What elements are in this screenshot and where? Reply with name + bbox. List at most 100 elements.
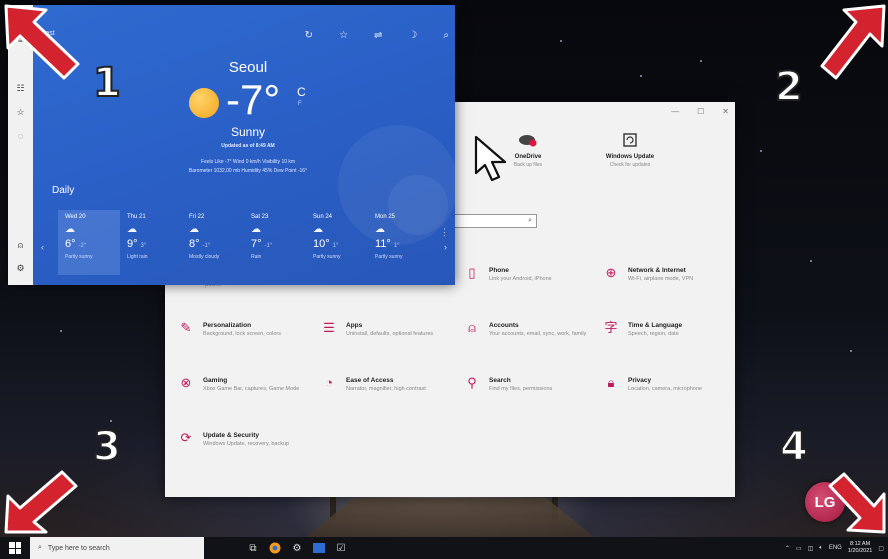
notification-icon[interactable]: ▢ <box>878 545 884 552</box>
day-card[interactable]: Mon 25 ☁ 11° 1° Partly sunny <box>368 210 430 275</box>
category-accounts[interactable]: ⍝ Accounts Your accounts, email, sync, w… <box>463 320 598 338</box>
minimize-button[interactable]: — <box>671 107 679 116</box>
system-tray: ⌃ ▭ ◫ 🔈︎ ENG 8:12 AM 1/20/2021 ▢ <box>785 537 884 559</box>
category-update-security[interactable]: ⟳ Update & Security Windows Update, reco… <box>177 430 312 448</box>
day-card[interactable]: Thu 21 ☁ 9° 3° Light rain <box>120 210 182 275</box>
category-personalization[interactable]: ✎ Personalization Background, lock scree… <box>177 320 312 338</box>
day-card[interactable]: Sat 23 ☁ 7° -1° Rain <box>244 210 306 275</box>
details-line-2: Barometer 1032.00 mb Humidity 45% Dew Po… <box>188 168 308 174</box>
apps-icon: ☰ <box>323 320 335 335</box>
unit-fahrenheit[interactable]: F <box>298 101 302 107</box>
volume-icon[interactable]: 🔈︎ <box>819 545 823 552</box>
day-card[interactable]: Wed 20 ☁ 6° -2° Partly sunny <box>58 210 120 275</box>
day-name: Sun 24 <box>313 214 333 220</box>
chevron-left-icon[interactable]: ‹ <box>41 242 44 252</box>
category-personalization-label: Personalization <box>203 322 252 329</box>
category-apps[interactable]: ☰ Apps Uninstall, defaults, optional fea… <box>320 320 455 338</box>
xbox-icon: ⊗ <box>180 375 192 390</box>
category-search-desc: Find my files, permissions <box>489 386 553 392</box>
day-name: Mon 25 <box>375 214 396 220</box>
category-gaming-desc: Xbox Game Bar, captures, Game Mode <box>203 386 300 392</box>
day-desc: Partly sunny <box>65 254 93 260</box>
network-icon[interactable]: ◫ <box>808 545 814 552</box>
settings-search-input[interactable]: ⌕ <box>453 214 537 228</box>
close-button[interactable]: ✕ <box>722 107 729 116</box>
taskbar-apps: ⧉ ⚙ ☑ <box>246 541 348 555</box>
category-ease-of-access[interactable]: ◔ Ease of Access Narrator, magnifier, hi… <box>320 375 455 393</box>
tile-windows-update-desc: Check for updates <box>609 162 651 168</box>
mouse-cursor-icon <box>474 135 507 182</box>
refresh-icon[interactable]: ↻ <box>305 30 313 41</box>
category-privacy[interactable]: 🔒︎ Privacy Location, camera, microphone <box>602 375 737 393</box>
category-search[interactable]: ⚲ Search Find my files, permissions <box>463 375 598 393</box>
day-high: 9° <box>127 238 138 250</box>
category-network[interactable]: ⊕ Network & Internet Wi-Fi, airplane mod… <box>602 265 737 283</box>
search-icon[interactable]: ⌕ <box>443 30 449 41</box>
settings-gear-icon[interactable]: ⚙ <box>8 263 33 274</box>
start-button[interactable] <box>0 537 30 559</box>
clock[interactable]: 8:12 AM 1/20/2021 <box>848 541 872 555</box>
arrow-top-right-icon <box>820 4 886 80</box>
pin-icon[interactable]: ⇌ <box>374 30 382 41</box>
news-icon[interactable]: ◌ <box>8 131 33 141</box>
chevron-up-icon[interactable]: ⌃ <box>785 545 790 552</box>
details-line-1: Feels Like -7° Wind 0 km/h Visibility 10… <box>200 159 296 165</box>
search-placeholder: Type here to search <box>47 544 110 552</box>
lock-icon: 🔒︎ <box>607 375 615 390</box>
corner-label-4: 4 <box>779 423 809 471</box>
category-search-label: Search <box>489 377 511 384</box>
day-high: 8° <box>189 238 200 250</box>
favorites-icon[interactable]: ☆ <box>8 107 33 118</box>
more-icon[interactable]: ⋮ <box>440 227 449 238</box>
day-low: -2° <box>78 243 87 249</box>
day-desc: Mostly cloudy <box>189 254 220 260</box>
current-temperature: -7° <box>226 76 281 123</box>
partly-sunny-icon: ☁ <box>375 224 385 235</box>
day-high: 11° <box>375 238 391 250</box>
rain-icon: ☁ <box>127 224 137 235</box>
corner-label-1: 1 <box>92 59 122 107</box>
weather-app-icon[interactable] <box>312 541 326 555</box>
partly-sunny-icon: ☁ <box>313 224 323 235</box>
category-gaming[interactable]: ⊗ Gaming Xbox Game Bar, captures, Game M… <box>177 375 312 393</box>
unit-celsius[interactable]: C <box>297 85 306 99</box>
task-view-icon[interactable]: ⧉ <box>246 541 260 555</box>
category-phone[interactable]: ▯ Phone Link your Android, iPhone <box>463 265 598 283</box>
rain-icon: ☁ <box>251 224 261 235</box>
category-privacy-desc: Location, camera, microphone <box>628 386 702 392</box>
settings-gear-icon[interactable]: ⚙ <box>290 541 304 555</box>
language-indicator[interactable]: ENG <box>829 545 842 551</box>
category-time-language[interactable]: 字 Time & Language Speech, region, date <box>602 320 737 338</box>
search-icon: ⌕ <box>38 544 42 551</box>
clock-time: 8:12 AM <box>850 541 871 547</box>
tasks-icon[interactable]: ☑ <box>334 541 348 555</box>
phone-icon: ▯ <box>468 265 476 280</box>
day-high: 7° <box>251 238 262 250</box>
day-card[interactable]: Fri 22 ☁ 8° -1° Mostly cloudy <box>182 210 244 275</box>
day-card[interactable]: Sun 24 ☁ 10° 1° Partly sunny <box>306 210 368 275</box>
day-name: Wed 20 <box>65 214 86 220</box>
category-network-label: Network & Internet <box>628 267 686 274</box>
day-desc: Light rain <box>127 254 148 260</box>
chevron-right-icon[interactable]: › <box>444 242 447 252</box>
theme-icon[interactable]: ☽ <box>408 30 417 41</box>
battery-icon[interactable]: ▭ <box>796 545 802 552</box>
weather-details: Feels Like -7° Wind 0 km/h Visibility 10… <box>148 158 348 176</box>
taskbar-search-box[interactable]: ⌕ Type here to search <box>30 537 204 559</box>
cloudy-icon: ☁ <box>189 224 199 235</box>
arrow-bottom-left-icon <box>4 470 78 534</box>
city-name: Seoul <box>228 59 268 76</box>
maximize-button[interactable]: ☐ <box>697 107 704 116</box>
day-low: 1° <box>332 243 339 249</box>
tile-windows-update[interactable]: Windows Update Check for updates <box>575 132 685 168</box>
category-apps-desc: Uninstall, defaults, optional features <box>346 331 434 337</box>
category-update-desc: Windows Update, recovery, backup <box>203 441 290 447</box>
account-icon[interactable]: ⍝ <box>8 240 33 251</box>
arrow-bottom-right-icon <box>828 472 886 534</box>
forecast-icon[interactable]: ☷ <box>8 83 33 94</box>
browser-icon[interactable] <box>268 541 282 555</box>
globe-icon: ⊕ <box>605 265 617 280</box>
sync-icon: ⟳ <box>180 430 192 445</box>
day-high: 6° <box>65 238 76 250</box>
favorite-icon[interactable]: ☆ <box>339 30 348 41</box>
